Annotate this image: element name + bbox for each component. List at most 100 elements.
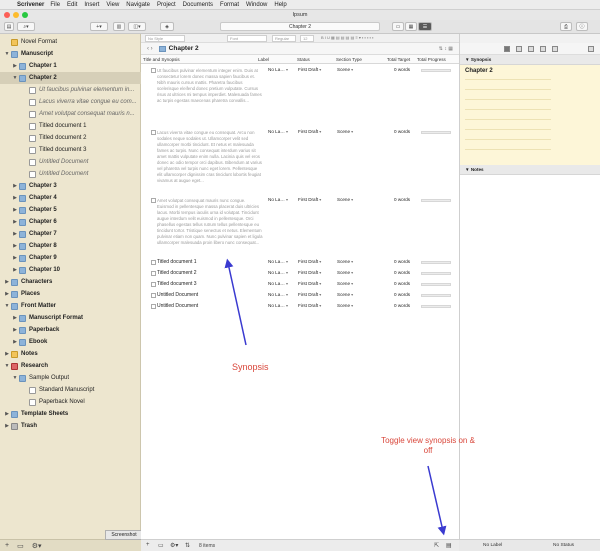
column-title-and-synopsis[interactable]: Title and Synopsis (143, 57, 180, 62)
row-title[interactable]: Untitled Document (157, 292, 198, 298)
goto-button[interactable]: ◈ (160, 22, 174, 31)
row-synopsis[interactable]: Lacus viverra vitae congue eu consequat.… (157, 130, 263, 184)
font-weight-select[interactable]: Regular (272, 35, 296, 42)
footer-sort-icon[interactable]: ⇅ (185, 542, 190, 549)
notes-tab-icon[interactable] (504, 46, 510, 52)
table-row[interactable]: Amet volutpat consequat mauris nunc cong… (141, 196, 459, 258)
cell-status[interactable]: First Draft (298, 67, 321, 72)
corkboard-view-button[interactable]: ▦ (405, 22, 417, 31)
disclosure-triangle-icon[interactable]: ▶ (4, 423, 10, 429)
binder-item[interactable]: Untitled Document (0, 168, 141, 180)
table-row[interactable]: Lacus viverra vitae congue eu consequat.… (141, 128, 459, 196)
disclosure-triangle-icon[interactable]: ▶ (12, 243, 18, 249)
binder-item[interactable]: ▼ Sample Output (0, 372, 141, 384)
row-synopsis[interactable]: Amet volutpat consequat mauris nunc cong… (157, 198, 263, 246)
binder-item[interactable]: ▶ Manuscript Format (0, 312, 141, 324)
disclosure-triangle-icon[interactable]: ▶ (4, 351, 10, 357)
cell-label[interactable]: No La… (268, 303, 288, 308)
disclosure-triangle-icon[interactable]: ▶ (12, 63, 18, 69)
binder-item[interactable]: ▶ Template Sheets (0, 408, 141, 420)
close-window-icon[interactable] (4, 12, 10, 18)
inspector-options-icon[interactable] (588, 46, 594, 52)
binder-item[interactable]: Amet volutpat consequat mauris n... (0, 108, 141, 120)
disclosure-triangle-icon[interactable]: ▶ (12, 219, 18, 225)
cell-label[interactable]: No La… (268, 292, 288, 297)
binder-item[interactable]: ▶ Chapter 5 (0, 204, 141, 216)
binder-toggle-button[interactable]: ▤ (4, 22, 14, 31)
add-folder-icon[interactable]: ▭ (17, 542, 24, 550)
minimize-window-icon[interactable] (13, 12, 19, 18)
binder-item[interactable]: ▶ Trash (0, 420, 141, 432)
column-total-target[interactable]: Total Target (387, 57, 410, 62)
zoom-window-icon[interactable] (22, 12, 28, 18)
bookmarks-tab-icon[interactable] (516, 46, 522, 52)
back-forward-icon[interactable]: ‹ › (147, 46, 153, 52)
binder-item[interactable]: ▼ Manuscript (0, 48, 141, 60)
menu-help[interactable]: Help (274, 2, 286, 8)
synopsis-toggle-icon[interactable]: ⇱ (434, 542, 439, 549)
cell-status[interactable]: First Draft (298, 259, 321, 264)
table-row[interactable]: Untitled Document No La… First Draft Scene 0… (141, 302, 459, 313)
binder-item[interactable]: ▶ Chapter 1 (0, 60, 141, 72)
binder-item[interactable]: ▼ Front Matter (0, 300, 141, 312)
add-folder-footer-icon[interactable]: ▭ (158, 542, 164, 549)
binder-item[interactable]: ▶ Chapter 10 (0, 264, 141, 276)
outline-view-icon[interactable]: ▤ (446, 542, 452, 549)
binder-item[interactable]: Ut faucibus pulvinar elementum in... (0, 84, 141, 96)
cell-section[interactable]: Scene (337, 303, 353, 308)
menu-window[interactable]: Window (246, 2, 267, 8)
cell-status[interactable]: First Draft (298, 281, 321, 286)
label-select[interactable]: No Label (483, 543, 502, 548)
cell-section[interactable]: Scene (337, 197, 353, 202)
disclosure-triangle-icon[interactable]: ▶ (4, 291, 10, 297)
compile-button[interactable]: ⎙ (560, 22, 572, 31)
column-total-progress[interactable]: Total Progress (417, 57, 446, 62)
menu-view[interactable]: View (106, 2, 119, 8)
cell-label[interactable]: No La… (268, 270, 288, 275)
font-size-select[interactable]: 12 (300, 35, 314, 42)
disclosure-triangle-icon[interactable]: ▼ (4, 51, 10, 57)
binder-item[interactable]: ▶ Characters (0, 276, 141, 288)
disclosure-triangle-icon[interactable]: ▶ (12, 255, 18, 261)
cell-section[interactable]: Scene (337, 67, 353, 72)
add-item-icon[interactable]: + (5, 542, 9, 549)
notes-section-header[interactable]: ▼ Notes (460, 165, 600, 175)
status-select[interactable]: No Status (553, 543, 574, 548)
disclosure-triangle-icon[interactable]: ▶ (4, 411, 10, 417)
inspector-toggle-button[interactable]: ⓘ (576, 22, 588, 31)
table-row[interactable]: Ut faucibus pulvinar elementum integer e… (141, 66, 459, 128)
cell-status[interactable]: First Draft (298, 129, 321, 134)
menu-file[interactable]: File (50, 2, 60, 8)
comments-tab-icon[interactable] (552, 46, 558, 52)
disclosure-triangle-icon[interactable]: ▶ (12, 339, 18, 345)
cell-status[interactable]: First Draft (298, 197, 321, 202)
cell-label[interactable]: No La… (268, 129, 288, 134)
binder-item[interactable]: ▶ Chapter 7 (0, 228, 141, 240)
binder-item[interactable]: ▶ Chapter 4 (0, 192, 141, 204)
binder-item[interactable]: Titled document 1 (0, 120, 141, 132)
cell-status[interactable]: First Draft (298, 303, 321, 308)
row-title[interactable]: Untitled Document (157, 303, 198, 309)
binder-item[interactable]: Novel Format (0, 36, 141, 48)
binder-item[interactable]: ▶ Ebook (0, 336, 141, 348)
disclosure-triangle-icon[interactable]: ▼ (4, 303, 10, 309)
cell-section[interactable]: Scene (337, 281, 353, 286)
cell-section[interactable]: Scene (337, 129, 353, 134)
disclosure-triangle-icon[interactable]: ▼ (12, 375, 18, 381)
footer-gear-icon[interactable]: ⚙▾ (170, 542, 178, 549)
settings-gear-icon[interactable]: ⚙▾ (32, 542, 42, 550)
disclosure-triangle-icon[interactable]: ▶ (12, 183, 18, 189)
cell-section[interactable]: Scene (337, 270, 353, 275)
synopsis-card[interactable]: Chapter 2 (460, 65, 600, 165)
add-doc-icon[interactable]: + (146, 542, 150, 548)
menu-insert[interactable]: Insert (84, 2, 99, 8)
binder-item[interactable]: ▼ Research (0, 360, 141, 372)
disclosure-triangle-icon[interactable]: ▶ (12, 315, 18, 321)
disclosure-triangle-icon[interactable]: ▼ (12, 75, 18, 81)
cell-label[interactable]: No La… (268, 67, 288, 72)
trash-button[interactable]: ▥ (113, 22, 125, 31)
binder-item[interactable]: ▶ Chapter 8 (0, 240, 141, 252)
binder-item[interactable]: ▶ Places (0, 288, 141, 300)
cell-status[interactable]: First Draft (298, 270, 321, 275)
column-section-type[interactable]: Section Type (336, 57, 362, 62)
